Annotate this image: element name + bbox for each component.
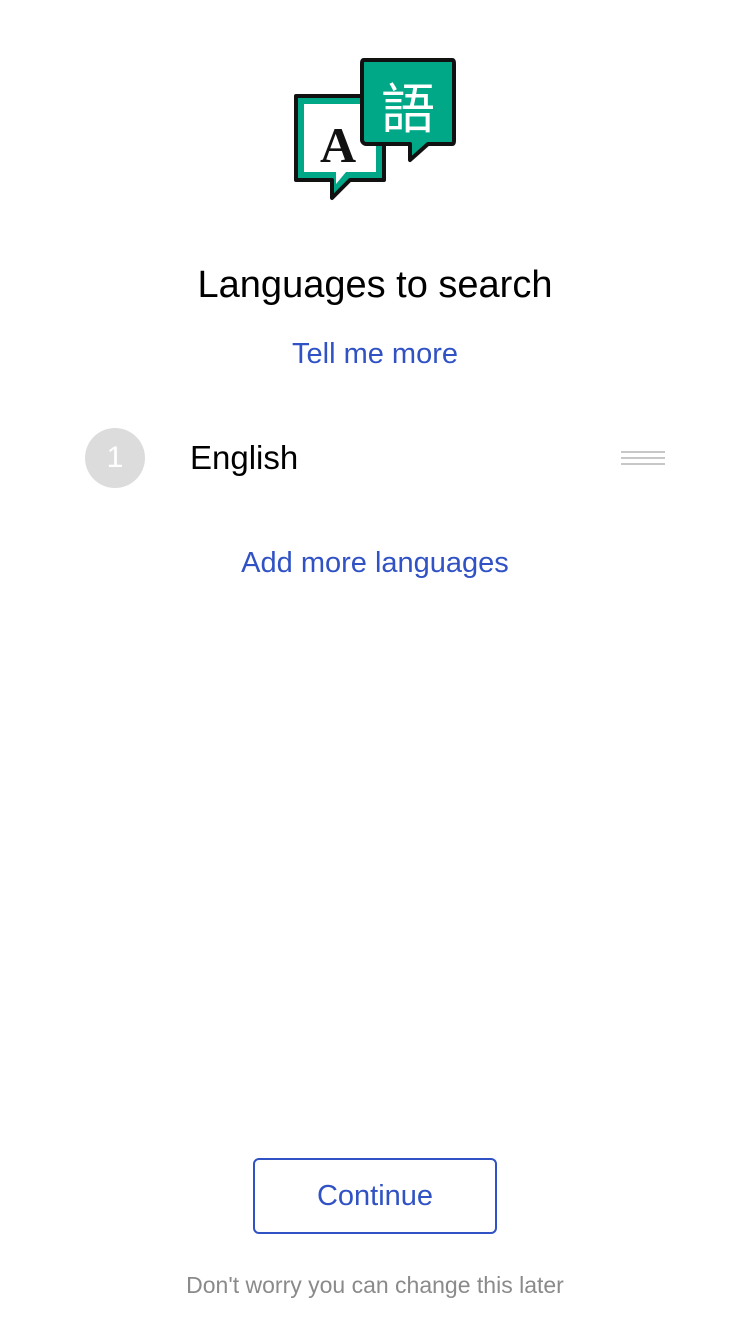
drag-handle-icon[interactable] [612,440,674,476]
languages-logo-icon: A 語 [292,56,458,204]
continue-button[interactable]: Continue [253,1158,497,1234]
language-list-item[interactable]: 1 English [0,418,750,498]
page-title: Languages to search [197,264,553,306]
logo-cjk-glyph: 語 [381,78,435,141]
language-name: English [190,439,299,476]
rank-badge: 1 [85,428,145,488]
logo-latin-glyph: A [320,117,356,173]
change-later-note: Don't worry you can change this later [186,1272,564,1298]
add-more-languages-link[interactable]: Add more languages [0,545,750,581]
tell-me-more-link[interactable]: Tell me more [0,336,750,372]
